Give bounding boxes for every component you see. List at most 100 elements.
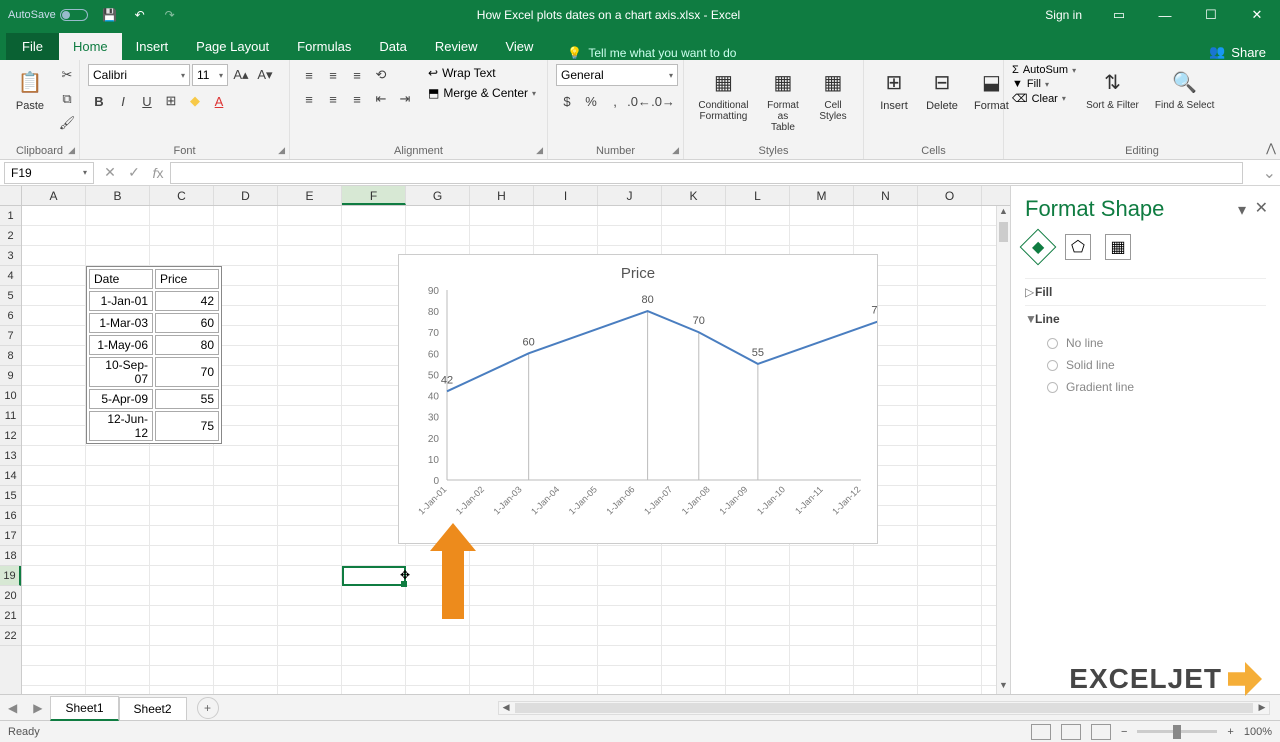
bold-button[interactable]: B <box>88 90 110 112</box>
row-header[interactable]: 12 <box>0 426 21 446</box>
dialog-launcher-icon[interactable]: ◢ <box>68 145 75 156</box>
zoom-in-icon[interactable]: + <box>1227 726 1233 738</box>
wrap-text-button[interactable]: ↩Wrap Text <box>426 64 538 82</box>
orientation-icon[interactable]: ⟲ <box>370 64 392 86</box>
vertical-scrollbar[interactable]: ▲ ▼ <box>996 206 1010 694</box>
insert-cells-button[interactable]: ⊞ Insert <box>872 64 916 114</box>
tab-insert[interactable]: Insert <box>122 33 183 60</box>
fill-color-icon[interactable]: ◆ <box>184 90 206 112</box>
number-format-select[interactable]: General▾ <box>556 64 678 86</box>
normal-view-icon[interactable] <box>1031 724 1051 740</box>
collapse-ribbon-icon[interactable]: ⋀ <box>1266 141 1276 155</box>
copy-icon[interactable]: ⧉ <box>56 88 78 110</box>
row-header[interactable]: 9 <box>0 366 21 386</box>
horizontal-scrollbar[interactable]: ◀ ▶ <box>498 701 1270 715</box>
gradient-line-radio[interactable]: Gradient line <box>1025 376 1266 398</box>
tab-formulas[interactable]: Formulas <box>283 33 365 60</box>
format-painter-icon[interactable]: 🖌 <box>56 112 78 134</box>
sheet-nav-prev-icon[interactable]: ◀ <box>0 701 25 715</box>
select-all-corner[interactable] <box>0 186 22 205</box>
paste-button[interactable]: 📋 Paste <box>8 64 52 114</box>
column-header[interactable]: G <box>406 186 470 205</box>
line-section[interactable]: ▼Line <box>1025 305 1266 332</box>
share-button[interactable]: 👥 Share <box>1195 44 1280 60</box>
solid-line-radio[interactable]: Solid line <box>1025 354 1266 376</box>
formula-input[interactable] <box>170 162 1243 184</box>
column-header[interactable]: D <box>214 186 278 205</box>
clear-button[interactable]: ⌫Clear▾ <box>1012 92 1076 105</box>
sheet-nav-next-icon[interactable]: ▶ <box>25 701 50 715</box>
dialog-launcher-icon[interactable]: ◢ <box>278 145 285 156</box>
fill-button[interactable]: ▼Fill▾ <box>1012 78 1076 90</box>
sort-filter-button[interactable]: ⇅ Sort & Filter <box>1080 64 1145 113</box>
accounting-icon[interactable]: $ <box>556 90 578 112</box>
row-header[interactable]: 6 <box>0 306 21 326</box>
format-as-table-button[interactable]: ▦ Format as Table <box>759 64 807 135</box>
autosave-toggle[interactable]: AutoSave <box>8 9 88 21</box>
row-header[interactable]: 2 <box>0 226 21 246</box>
fill-line-tab-icon[interactable]: ◆ <box>1020 229 1057 266</box>
line-chart[interactable]: Price 01020304050607080901-Jan-011-Jan-0… <box>398 254 878 544</box>
row-header[interactable]: 10 <box>0 386 21 406</box>
redo-icon[interactable]: ↷ <box>162 7 178 23</box>
row-header[interactable]: 3 <box>0 246 21 266</box>
zoom-level[interactable]: 100% <box>1244 726 1272 738</box>
align-top-icon[interactable]: ≡ <box>298 64 320 86</box>
page-layout-view-icon[interactable] <box>1061 724 1081 740</box>
no-line-radio[interactable]: No line <box>1025 332 1266 354</box>
row-header[interactable]: 18 <box>0 546 21 566</box>
tab-home[interactable]: Home <box>59 33 122 60</box>
row-header[interactable]: 15 <box>0 486 21 506</box>
sheet-tab-1[interactable]: Sheet1 <box>50 696 118 721</box>
page-break-view-icon[interactable] <box>1091 724 1111 740</box>
undo-icon[interactable]: ↶ <box>132 7 148 23</box>
delete-cells-button[interactable]: ⊟ Delete <box>920 64 964 114</box>
increase-decimal-icon[interactable]: .0← <box>628 90 650 112</box>
zoom-slider[interactable] <box>1137 730 1217 733</box>
close-pane-icon[interactable]: ✕ <box>1255 198 1268 218</box>
column-header[interactable]: N <box>854 186 918 205</box>
row-header[interactable]: 21 <box>0 606 21 626</box>
tab-review[interactable]: Review <box>421 33 492 60</box>
ribbon-display-icon[interactable]: ▭ <box>1096 0 1142 30</box>
enter-formula-icon[interactable]: ✓ <box>122 164 146 181</box>
row-header[interactable]: 7 <box>0 326 21 346</box>
fill-section[interactable]: ▷Fill <box>1025 278 1266 305</box>
tab-data[interactable]: Data <box>365 33 420 60</box>
column-header[interactable]: O <box>918 186 982 205</box>
tab-page-layout[interactable]: Page Layout <box>182 33 283 60</box>
signin-link[interactable]: Sign in <box>1031 8 1096 22</box>
align-right-icon[interactable]: ≡ <box>346 88 368 110</box>
tell-me-search[interactable]: 💡 Tell me what you want to do <box>567 46 1195 60</box>
spreadsheet-grid[interactable]: ABCDEFGHIJKLMNO 123456789101112131415161… <box>0 186 1010 694</box>
align-middle-icon[interactable]: ≡ <box>322 64 344 86</box>
tab-file[interactable]: File <box>6 33 59 60</box>
font-size-select[interactable]: 11▾ <box>192 64 228 86</box>
column-header[interactable]: M <box>790 186 854 205</box>
font-name-select[interactable]: Calibri▾ <box>88 64 190 86</box>
dialog-launcher-icon[interactable]: ◢ <box>536 145 543 156</box>
row-header[interactable]: 5 <box>0 286 21 306</box>
italic-button[interactable]: I <box>112 90 134 112</box>
comma-icon[interactable]: , <box>604 90 626 112</box>
increase-font-icon[interactable]: A▴ <box>230 64 252 86</box>
find-select-button[interactable]: 🔍 Find & Select <box>1149 64 1220 113</box>
minimize-icon[interactable]: ― <box>1142 0 1188 30</box>
column-header[interactable]: A <box>22 186 86 205</box>
conditional-formatting-button[interactable]: ▦ Conditional Formatting <box>692 64 755 124</box>
row-header[interactable]: 13 <box>0 446 21 466</box>
column-header[interactable]: E <box>278 186 342 205</box>
effects-tab-icon[interactable]: ⬠ <box>1065 234 1091 260</box>
row-header[interactable]: 14 <box>0 466 21 486</box>
column-header[interactable]: J <box>598 186 662 205</box>
align-left-icon[interactable]: ≡ <box>298 88 320 110</box>
row-header[interactable]: 8 <box>0 346 21 366</box>
row-header[interactable]: 19 <box>0 566 21 586</box>
column-header[interactable]: B <box>86 186 150 205</box>
close-icon[interactable]: ✕ <box>1234 0 1280 30</box>
percent-icon[interactable]: % <box>580 90 602 112</box>
increase-indent-icon[interactable]: ⇥ <box>394 88 416 110</box>
row-header[interactable]: 11 <box>0 406 21 426</box>
cut-icon[interactable]: ✂ <box>56 64 78 86</box>
column-header[interactable]: K <box>662 186 726 205</box>
